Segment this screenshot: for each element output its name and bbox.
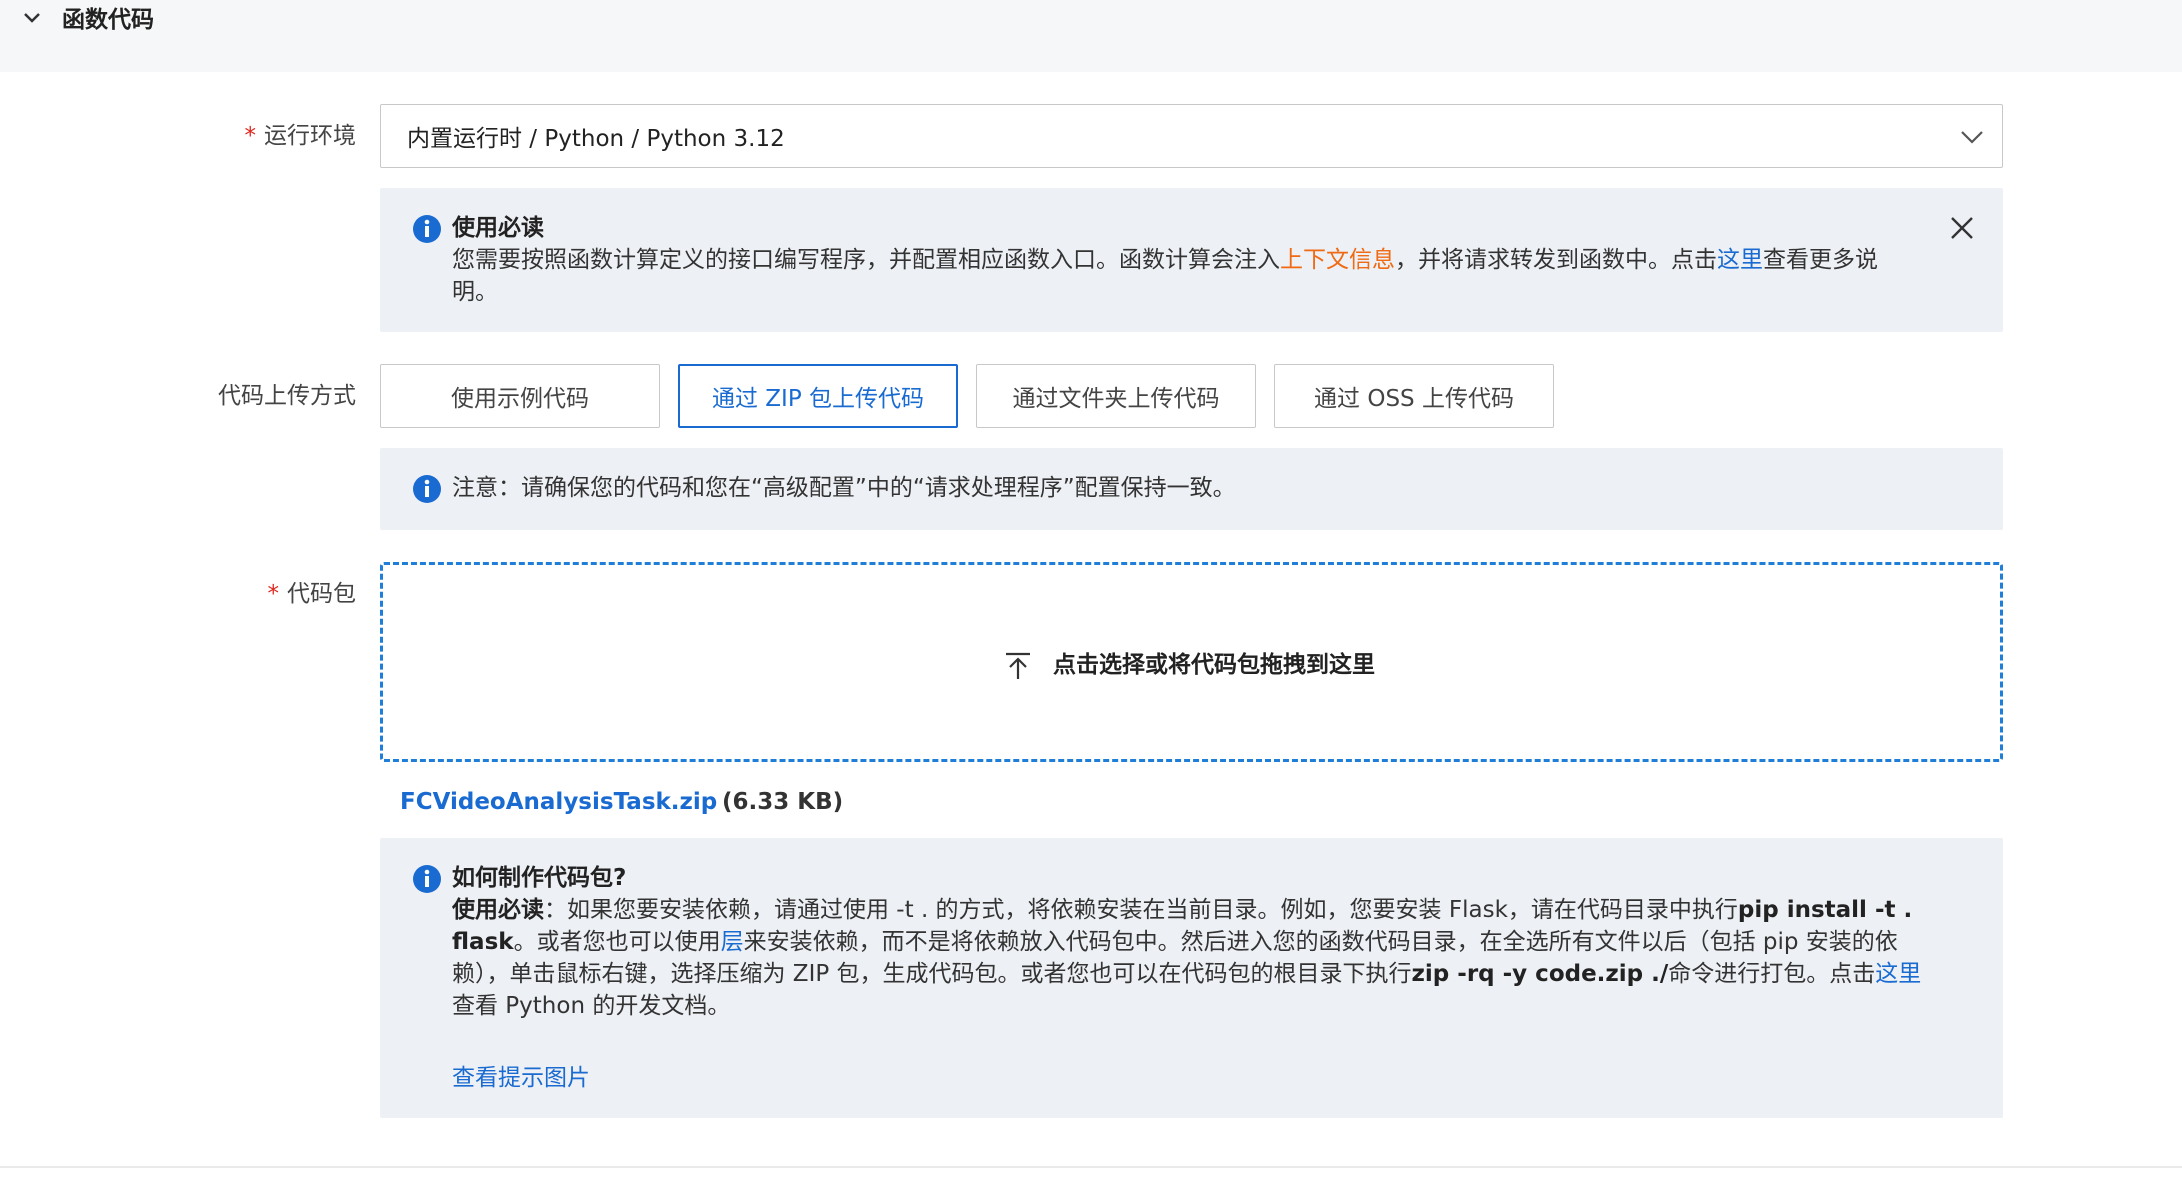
notice-usage-title: 使用必读 <box>452 215 544 241</box>
code-package-label: * 代码包 <box>236 578 357 610</box>
runtime-label: * 运行环境 <box>236 120 357 152</box>
notice-how-line2: flask。或者您也可以使用层来安装依赖，而不是将依赖放入代码包中。然后进入您的… <box>452 926 1898 958</box>
info-icon <box>413 865 441 893</box>
info-icon <box>413 475 441 503</box>
notice-text: 查看更多说 <box>1763 247 1878 273</box>
notice-text: 。或者您也可以使用 <box>513 929 721 955</box>
notice-usage: 使用必读 您需要按照函数计算定义的接口编写程序，并配置相应函数入口。函数计算会注… <box>380 188 2003 332</box>
uploaded-file-link[interactable]: FCVideoAnalysisTask.zip <box>400 786 717 818</box>
notice-text: 赖），单击鼠标右键，选择压缩为 ZIP 包，生成代码包。或者您也可以在代码包的根… <box>452 961 1412 987</box>
runtime-select[interactable]: 内置运行时 / Python / Python 3.12 <box>380 104 2003 168</box>
section-title: 函数代码 <box>62 7 154 33</box>
notice-usage-line1: 您需要按照函数计算定义的接口编写程序，并配置相应函数入口。函数计算会注入上下文信… <box>452 244 1922 276</box>
upload-icon <box>1006 652 1030 679</box>
uploaded-file-size: (6.33 KB) <box>722 789 844 815</box>
notice-text: ：如果您要安装依赖，请通过使用 -t . 的方式，将依赖安装在当前目录。例如，您… <box>544 897 1738 923</box>
view-image-link[interactable]: 查看提示图片 <box>452 1062 590 1094</box>
notice-text: 您需要按照函数计算定义的接口编写程序，并配置相应函数入口。函数计算会注入 <box>452 247 1280 273</box>
upload-option-zip[interactable]: 通过 ZIP 包上传代码 <box>678 364 958 428</box>
section-header[interactable]: 函数代码 <box>0 0 2182 72</box>
notice-how-line1: 使用必读：如果您要安装依赖，请通过使用 -t . 的方式，将依赖安装在当前目录。… <box>452 894 1912 926</box>
notice-text: 来安装依赖，而不是将依赖放入代码包中。然后进入您的函数代码目录，在全选所有文件以… <box>743 929 1898 955</box>
notice-handler: 注意：请确保您的代码和您在“高级配置”中的“请求处理程序”配置保持一致。 <box>380 448 2003 530</box>
chevron-down-icon <box>1961 131 1983 144</box>
notice-text: ，并将请求转发到函数中。点击 <box>1395 247 1717 273</box>
here-link[interactable]: 这里 <box>1717 247 1763 273</box>
divider <box>0 1166 2182 1168</box>
upload-option-folder[interactable]: 通过文件夹上传代码 <box>976 364 1256 428</box>
chevron-down-icon[interactable] <box>20 6 44 30</box>
code-package-dropzone[interactable]: 点击选择或将代码包拖拽到这里 <box>380 562 2003 762</box>
layer-link[interactable]: 层 <box>721 929 744 955</box>
upload-option-sample[interactable]: 使用示例代码 <box>380 364 660 428</box>
required-mark: * <box>267 581 280 607</box>
notice-handler-text: 注意：请确保您的代码和您在“高级配置”中的“请求处理程序”配置保持一致。 <box>452 475 1236 501</box>
code-package-label-text: 代码包 <box>287 581 356 607</box>
command-text: zip -rq -y code.zip ./ <box>1411 961 1669 987</box>
function-code-page: 函数代码 * 运行环境 内置运行时 / Python / Python 3.12 … <box>0 0 2182 1184</box>
command-text: pip install -t . <box>1737 897 1913 923</box>
here-link[interactable]: 这里 <box>1875 961 1921 987</box>
notice-bold: 使用必读 <box>452 897 544 923</box>
context-info-link[interactable]: 上下文信息 <box>1280 247 1395 273</box>
info-icon <box>413 215 441 243</box>
notice-how-title: 如何制作代码包? <box>452 865 627 891</box>
runtime-label-text: 运行环境 <box>264 123 356 149</box>
close-icon[interactable] <box>1948 214 1976 242</box>
runtime-select-value: 内置运行时 / Python / Python 3.12 <box>407 126 785 152</box>
notice-how-line3: 赖），单击鼠标右键，选择压缩为 ZIP 包，生成代码包。或者您也可以在代码包的根… <box>452 958 1921 990</box>
notice-how-to-package: 如何制作代码包? 使用必读：如果您要安装依赖，请通过使用 -t . 的方式，将依… <box>380 838 2003 1118</box>
notice-usage-line2: 明。 <box>452 279 498 305</box>
required-mark: * <box>244 123 257 149</box>
notice-how-line4: 查看 Python 的开发文档。 <box>452 993 731 1019</box>
dropzone-text: 点击选择或将代码包拖拽到这里 <box>1053 652 1375 678</box>
upload-option-oss[interactable]: 通过 OSS 上传代码 <box>1274 364 1554 428</box>
notice-text: 命令进行打包。点击 <box>1668 961 1876 987</box>
command-text: flask <box>452 929 514 955</box>
upload-method-label: 代码上传方式 <box>218 383 356 409</box>
